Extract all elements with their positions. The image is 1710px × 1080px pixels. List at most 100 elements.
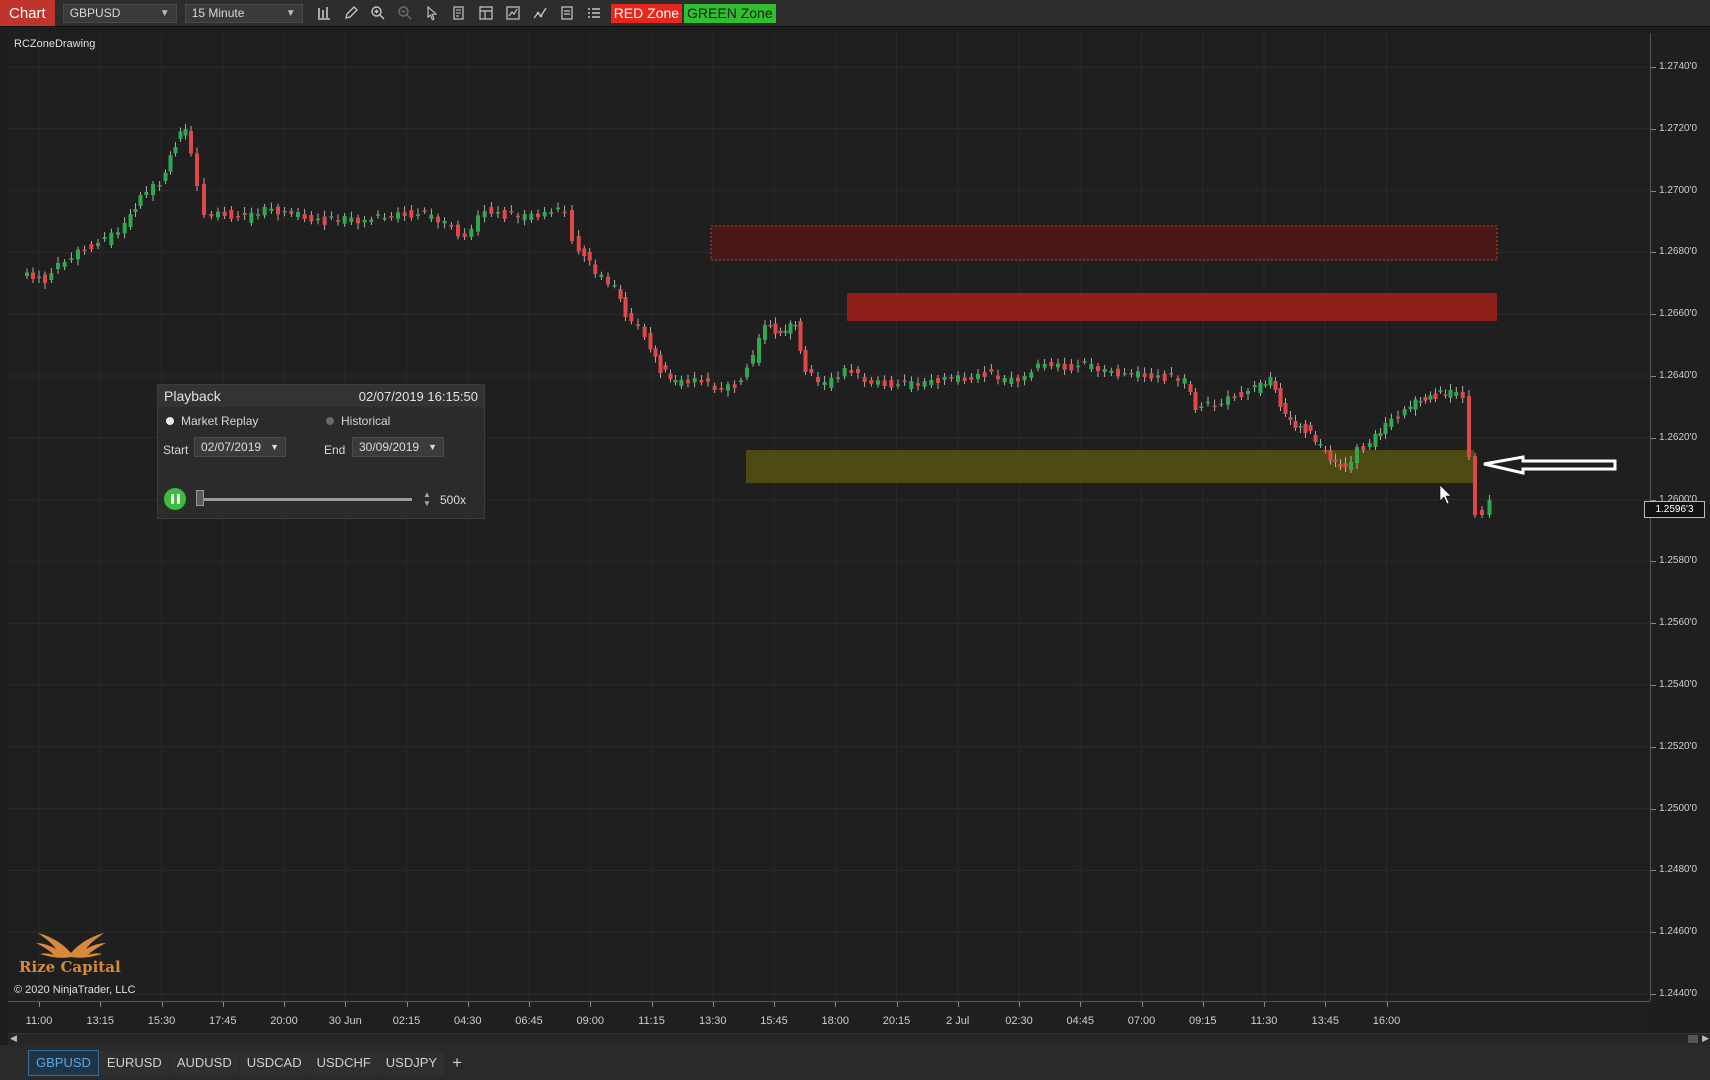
candle-bear	[43, 274, 47, 283]
red-zone-button[interactable]: RED Zone	[610, 3, 683, 23]
candle-bear	[712, 385, 717, 390]
time-label: 18:00	[821, 1015, 850, 1027]
candle-bear	[1323, 450, 1328, 452]
templates-icon[interactable]	[555, 2, 579, 24]
instrument-selector[interactable]: GBPUSD ▼	[62, 3, 177, 23]
candle-bull	[269, 208, 274, 211]
candle-bear	[798, 321, 803, 351]
candle-bear	[1460, 392, 1465, 398]
candle-bear	[422, 210, 427, 212]
cursor-icon[interactable]	[420, 2, 444, 24]
zoom-in-icon[interactable]	[366, 2, 390, 24]
candle-bear	[962, 377, 967, 381]
candle-bear	[1169, 373, 1174, 375]
market-replay-radio[interactable]: Market Replay	[166, 414, 258, 428]
candle-bear	[242, 213, 247, 215]
candle-bear	[449, 225, 454, 227]
candle-bear	[699, 380, 704, 383]
candle-bear	[456, 224, 460, 237]
price-label: 1.2540'0	[1659, 679, 1698, 690]
candle-bear	[1188, 384, 1193, 392]
candle-bear	[1433, 393, 1438, 399]
candle-bear	[82, 249, 87, 252]
tab-usdchf[interactable]: USDCHF	[309, 1050, 378, 1075]
candle-bear	[289, 211, 294, 214]
red-zone-rectangle-dotted[interactable]	[710, 225, 1498, 261]
scroll-right-icon[interactable]: ▶	[1702, 1033, 1709, 1044]
historical-radio[interactable]: Historical	[326, 414, 390, 428]
candle-bear	[502, 210, 507, 219]
red-zone-rectangle[interactable]	[847, 293, 1497, 321]
price-tick	[1651, 870, 1656, 872]
playback-slider-thumb[interactable]	[196, 490, 204, 506]
tab-eurusd[interactable]: EURUSD	[99, 1050, 169, 1075]
candle-bear	[1283, 403, 1288, 414]
candle-bull	[1438, 390, 1443, 392]
scroll-left-icon[interactable]: ◀	[10, 1033, 17, 1044]
interval-selector[interactable]: 15 Minute ▼	[184, 3, 303, 23]
candle-bear	[1239, 392, 1244, 397]
zoom-out-icon[interactable]	[393, 2, 417, 24]
candle-bear	[1116, 368, 1120, 377]
candle-bull	[942, 377, 947, 380]
instrument-tab-bar: GBPUSD EURUSD AUDUSD USDCAD USDCHF USDJP…	[0, 1045, 1710, 1080]
price-tick	[1651, 128, 1656, 130]
tab-audusd[interactable]: AUDUSD	[169, 1050, 239, 1075]
bar-chart-icon[interactable]	[312, 2, 336, 24]
candle-bear	[1473, 456, 1477, 515]
time-label: 13:30	[698, 1015, 727, 1027]
candle-bear	[648, 333, 653, 350]
candle-bull	[673, 380, 678, 383]
candle-bull	[1076, 365, 1080, 368]
arrow-annotation[interactable]	[1483, 455, 1617, 475]
candle-bear	[1313, 435, 1318, 442]
time-tick	[835, 1002, 837, 1007]
candle-bull	[1487, 500, 1492, 515]
time-tick	[161, 1002, 163, 1007]
candle-bull	[429, 214, 434, 219]
yellow-zone-rectangle[interactable]	[746, 450, 1474, 483]
playback-slider-track[interactable]	[196, 498, 412, 501]
chevron-up-icon[interactable]: ▲	[423, 490, 431, 499]
time-label: 11:30	[1250, 1015, 1278, 1027]
strategies-icon[interactable]	[528, 2, 552, 24]
candle-bear	[1303, 424, 1308, 433]
start-date-picker[interactable]: 02/07/2019 ▼	[194, 437, 286, 457]
pencil-icon[interactable]	[339, 2, 363, 24]
time-tick	[1264, 1002, 1265, 1007]
candle-bear	[809, 369, 814, 373]
tab-usdjpy[interactable]: USDJPY	[378, 1050, 445, 1075]
market-replay-label: Market Replay	[181, 414, 259, 428]
time-axis[interactable]: 11:00 13:15 15:30 17:45 20:00 30 Jun 02:15 04:3…	[8, 1001, 1650, 1034]
time-label: 17:45	[208, 1015, 237, 1027]
candle-bull	[1082, 361, 1087, 363]
chevron-down-icon[interactable]: ▼	[423, 499, 431, 508]
indicator-label: RCZoneDrawing	[14, 38, 96, 50]
speed-spinner[interactable]: ▲ ▼	[421, 489, 433, 509]
candle-bull	[842, 368, 847, 377]
tab-usdcad[interactable]: USDCAD	[239, 1050, 309, 1075]
time-tick	[1141, 1002, 1143, 1007]
chart-tab[interactable]: Chart	[0, 0, 55, 26]
green-zone-button[interactable]: GREEN Zone	[684, 3, 776, 23]
candle-bear	[1293, 421, 1298, 428]
candle-bear	[849, 370, 854, 373]
candle-bear	[902, 380, 907, 382]
end-label: End	[324, 443, 346, 457]
list-icon[interactable]	[582, 2, 606, 24]
candle-bull	[1367, 443, 1372, 447]
data-box-icon[interactable]	[447, 2, 471, 24]
candle-bear	[668, 373, 673, 380]
candle-bear	[606, 276, 610, 285]
candle-bear	[489, 207, 494, 214]
add-tab-button[interactable]: +	[445, 1051, 469, 1075]
indicators-icon[interactable]	[501, 2, 525, 24]
candle-bear	[593, 264, 598, 274]
tab-gbpusd[interactable]: GBPUSD	[28, 1049, 99, 1076]
scroll-thumb[interactable]	[1688, 1035, 1698, 1043]
properties-icon[interactable]	[474, 2, 498, 24]
pause-button[interactable]	[164, 488, 186, 510]
candle-bear	[516, 215, 520, 218]
candle-bull	[896, 384, 900, 386]
end-date-picker[interactable]: 30/09/2019 ▼	[352, 437, 444, 457]
